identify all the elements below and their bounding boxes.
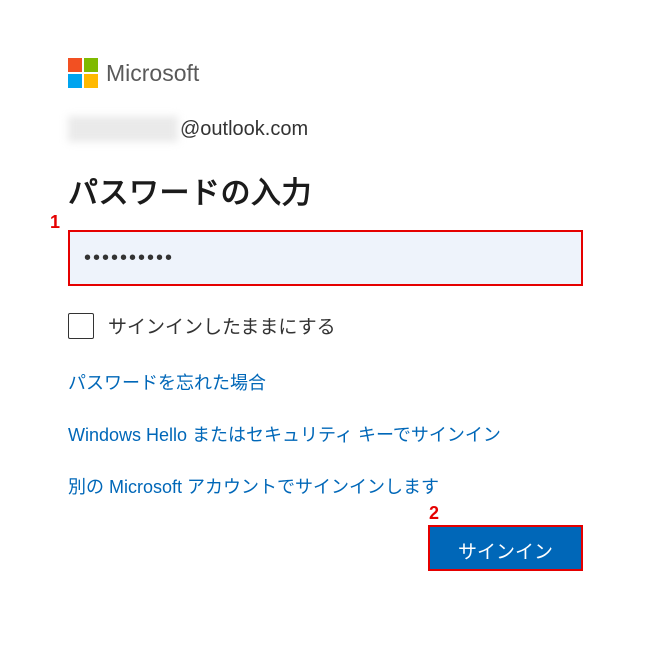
forgot-password-link[interactable]: パスワードを忘れた場合 (68, 369, 583, 395)
annotation-1: 1 (50, 212, 60, 233)
annotation-2: 2 (429, 503, 439, 524)
other-account-link[interactable]: 別の Microsoft アカウントでサインインします (68, 473, 583, 499)
microsoft-logo-icon (68, 58, 98, 88)
keep-signed-in-row: サインインしたままにする (68, 312, 583, 339)
keep-signed-in-checkbox[interactable] (68, 313, 94, 339)
brand-name: Microsoft (106, 60, 199, 87)
signin-button[interactable]: サインイン (428, 525, 583, 571)
password-masked-value: •••••••••• (84, 247, 174, 270)
windows-hello-link[interactable]: Windows Hello またはセキュリティ キーでサインイン (68, 421, 583, 447)
button-row: 2 サインイン (68, 525, 583, 571)
account-identity[interactable]: @outlook.com (68, 116, 583, 142)
brand-row: Microsoft (68, 58, 583, 88)
page-title: パスワードの入力 (68, 168, 583, 212)
email-domain: @outlook.com (180, 118, 308, 141)
password-input[interactable]: •••••••••• (68, 230, 583, 286)
email-local-redacted (68, 116, 178, 142)
password-field-wrapper: 1 •••••••••• (68, 230, 583, 286)
keep-signed-in-label: サインインしたままにする (108, 312, 336, 339)
